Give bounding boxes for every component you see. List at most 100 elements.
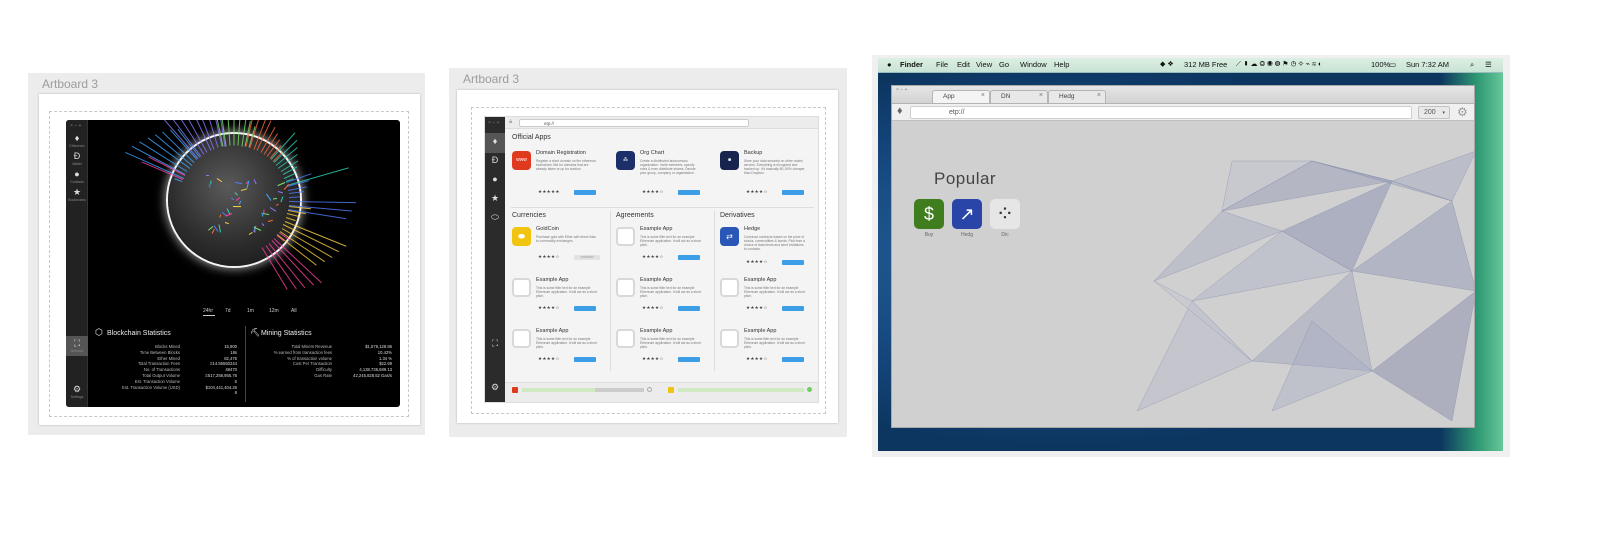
app-icon[interactable]: www bbox=[512, 151, 531, 170]
install-button[interactable] bbox=[574, 190, 596, 195]
menu-view[interactable]: View bbox=[976, 60, 992, 69]
range-tab-1m[interactable]: 1m bbox=[247, 308, 254, 314]
range-tab-24hr[interactable]: 24hr bbox=[203, 308, 213, 314]
close-icon[interactable]: × bbox=[1097, 92, 1101, 99]
ethereum-icon[interactable]: ♦ bbox=[897, 105, 903, 117]
install-button[interactable] bbox=[678, 190, 700, 195]
spotlight-icon[interactable]: ⌕ bbox=[1470, 60, 1474, 70]
app-icon[interactable]: ⁂ bbox=[616, 151, 635, 170]
app-title[interactable]: GoldCoin bbox=[536, 226, 559, 232]
close-icon[interactable]: × bbox=[1039, 92, 1043, 99]
menu-edit[interactable]: Edit bbox=[957, 60, 970, 69]
app-placeholder-icon[interactable] bbox=[720, 278, 739, 297]
contacts-icon[interactable]: ● bbox=[485, 175, 505, 184]
menu-extras-icons[interactable]: ⟋▮☁◎◉◍⚑◷✧⌁≋◐ bbox=[1236, 60, 1324, 69]
range-tab-All[interactable]: All bbox=[291, 308, 297, 314]
column-divider bbox=[610, 211, 611, 371]
battery-icon[interactable]: ▭ bbox=[1389, 60, 1396, 69]
star-icon[interactable]: ★ bbox=[485, 194, 505, 203]
app-title[interactable]: Domain Registration bbox=[536, 150, 586, 156]
app-title[interactable]: Example App bbox=[640, 277, 672, 283]
install-button[interactable] bbox=[782, 190, 804, 195]
range-tab-7d[interactable]: 7d bbox=[225, 308, 231, 314]
window-controls[interactable]: × – + bbox=[488, 120, 499, 126]
notifications-icon[interactable]: ☰ bbox=[1485, 60, 1492, 69]
gear-icon[interactable]: ⚙ bbox=[66, 385, 88, 394]
app-title[interactable]: Example App bbox=[744, 328, 776, 334]
pickaxe-icon: ⛏ bbox=[250, 328, 261, 337]
network-icon[interactable]: ⛶ bbox=[485, 339, 505, 348]
star-icon[interactable]: ★ bbox=[66, 188, 88, 197]
app-title[interactable]: Example App bbox=[640, 328, 672, 334]
app-icon[interactable]: ⇄ bbox=[720, 227, 739, 246]
wallet-icon[interactable]: Ð bbox=[66, 152, 88, 161]
wallet-icon[interactable]: Ð bbox=[485, 156, 505, 165]
progress-fill bbox=[522, 388, 596, 392]
menu-finder[interactable]: Finder bbox=[900, 60, 923, 69]
data-ray bbox=[265, 245, 297, 290]
stat-value: 18s bbox=[230, 349, 237, 355]
free-memory[interactable]: 312 MB Free bbox=[1184, 60, 1227, 69]
app-title[interactable]: Example App bbox=[536, 277, 568, 283]
app-placeholder-icon[interactable] bbox=[616, 227, 635, 246]
stats-divider bbox=[245, 326, 246, 402]
install-button[interactable] bbox=[678, 357, 700, 362]
network-icon[interactable]: ⛶ bbox=[66, 339, 88, 348]
menu-go[interactable]: Go bbox=[999, 60, 1009, 69]
gear-icon[interactable]: ⚙ bbox=[1457, 105, 1468, 119]
menu-window[interactable]: Window bbox=[1020, 60, 1047, 69]
app-icon[interactable]: ⬬ bbox=[512, 227, 531, 246]
app-buy-icon[interactable]: $ bbox=[914, 199, 944, 229]
ethereum-icon[interactable]: ♦ bbox=[485, 137, 505, 146]
install-button[interactable] bbox=[678, 306, 700, 311]
install-button[interactable] bbox=[574, 357, 596, 362]
app-label: Buy bbox=[924, 232, 934, 238]
app-title[interactable]: Org Chart bbox=[640, 150, 664, 156]
install-button[interactable] bbox=[782, 260, 804, 265]
tab-app[interactable]: App × bbox=[932, 90, 990, 103]
close-icon[interactable]: × bbox=[981, 92, 985, 99]
app-title[interactable]: Example App bbox=[640, 226, 672, 232]
app-placeholder-icon[interactable] bbox=[616, 278, 635, 297]
window-controls[interactable]: × – + bbox=[896, 87, 907, 93]
install-button[interactable] bbox=[782, 306, 804, 311]
window-controls[interactable]: × – + bbox=[70, 123, 81, 129]
status-icons[interactable]: ◆ ❖ bbox=[1160, 60, 1174, 68]
range-tab-12m[interactable]: 12m bbox=[269, 308, 279, 314]
install-button[interactable] bbox=[574, 306, 596, 311]
sidebar-item-label: Contacts bbox=[70, 180, 84, 184]
install-button[interactable] bbox=[678, 255, 700, 260]
zoom-select[interactable]: 200 ▾ bbox=[1418, 106, 1450, 119]
installed-button[interactable]: Installed bbox=[574, 255, 600, 260]
gear-icon[interactable]: ⚙ bbox=[485, 383, 505, 392]
popular-heading: Popular bbox=[934, 169, 997, 188]
tab-bar: × – + App × DN × Hedg × bbox=[892, 86, 1474, 104]
disk-icon[interactable]: ⬭ bbox=[485, 213, 505, 222]
contacts-icon[interactable]: ● bbox=[66, 170, 88, 179]
install-button[interactable] bbox=[782, 357, 804, 362]
menu-file[interactable]: File bbox=[936, 60, 948, 69]
category-heading: Agreements bbox=[616, 212, 654, 219]
app-placeholder-icon[interactable] bbox=[616, 329, 635, 348]
ethereum-icon[interactable]: ♦ bbox=[66, 134, 88, 143]
app-placeholder-icon[interactable] bbox=[512, 329, 531, 348]
tab-label: Hedg bbox=[1059, 93, 1075, 100]
app-placeholder-icon[interactable] bbox=[512, 278, 531, 297]
app-placeholder-icon[interactable] bbox=[720, 329, 739, 348]
battery-level[interactable]: 100% bbox=[1371, 60, 1390, 69]
app-title[interactable]: Hedge bbox=[744, 226, 760, 232]
app-dic-icon[interactable]: ⁘ bbox=[990, 199, 1020, 229]
url-input[interactable]: etp:// bbox=[910, 106, 1412, 119]
app-title[interactable]: Backup bbox=[744, 150, 762, 156]
tab-hedg[interactable]: Hedg × bbox=[1048, 90, 1106, 103]
menu-help[interactable]: Help bbox=[1054, 60, 1069, 69]
url-input[interactable]: etp:// bbox=[519, 119, 749, 127]
apple-icon[interactable]: ● bbox=[887, 60, 892, 69]
app-title[interactable]: Example App bbox=[744, 277, 776, 283]
app-icon[interactable]: ■ bbox=[720, 151, 739, 170]
app-hedg-icon[interactable]: ↗ bbox=[952, 199, 982, 229]
tab-dn[interactable]: DN × bbox=[990, 90, 1048, 103]
rating-stars: ★★★★☆ bbox=[642, 305, 664, 310]
clock[interactable]: Sun 7:32 AM bbox=[1406, 60, 1449, 69]
app-title[interactable]: Example App bbox=[536, 328, 568, 334]
